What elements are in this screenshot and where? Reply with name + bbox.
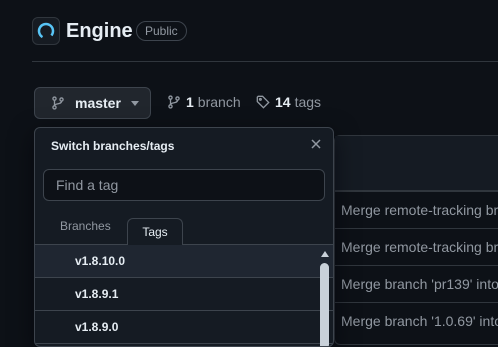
dropdown-title: Switch branches/tags bbox=[51, 139, 175, 153]
dropdown-tabs: Branches Tags bbox=[35, 209, 333, 245]
tag-item[interactable]: v1.8.9.1 bbox=[35, 278, 333, 311]
header-divider bbox=[32, 61, 498, 62]
tag-count: 14 bbox=[275, 94, 291, 110]
chevron-down-icon bbox=[130, 100, 139, 106]
current-branch-label: master bbox=[75, 95, 121, 111]
tag-search-input[interactable] bbox=[43, 169, 325, 201]
visibility-badge: Public bbox=[136, 21, 187, 41]
commit-message[interactable]: Merge remote-tracking branch bbox=[334, 228, 498, 265]
close-icon[interactable] bbox=[309, 137, 323, 151]
branch-tag-dropdown: Switch branches/tags Branches Tags v1.8.… bbox=[34, 127, 334, 347]
tags-link[interactable]: 14 tags bbox=[256, 94, 321, 110]
repo-avatar bbox=[32, 17, 60, 45]
commit-message[interactable]: Merge branch '1.0.69' into bbox=[334, 302, 498, 339]
repo-name[interactable]: Engine bbox=[66, 20, 133, 43]
branch-count: 1 bbox=[186, 94, 194, 110]
tag-icon bbox=[256, 95, 270, 109]
dropdown-header: Switch branches/tags bbox=[35, 128, 333, 162]
branch-label: branch bbox=[197, 94, 241, 110]
git-branch-icon bbox=[51, 96, 65, 110]
tab-tags[interactable]: Tags bbox=[127, 218, 183, 245]
tag-list: v1.8.10.0 v1.8.9.1 v1.8.9.0 bbox=[35, 245, 333, 344]
tab-branches[interactable]: Branches bbox=[60, 219, 111, 233]
scrollbar-thumb[interactable] bbox=[320, 263, 329, 346]
engine-logo-icon bbox=[37, 22, 55, 40]
tag-item[interactable]: v1.8.10.0 bbox=[35, 245, 333, 278]
scrollbar[interactable] bbox=[319, 245, 331, 346]
tag-label: tags bbox=[294, 94, 322, 110]
scroll-up-arrow-icon[interactable] bbox=[321, 251, 329, 257]
commit-message[interactable]: Merge branch 'pr139' into bbox=[334, 265, 498, 302]
tag-item[interactable]: v1.8.9.0 bbox=[35, 311, 333, 344]
branches-link[interactable]: 1 branch bbox=[167, 94, 241, 110]
commit-message[interactable]: Merge remote-tracking branch bbox=[334, 191, 498, 228]
git-branch-icon bbox=[167, 95, 181, 109]
file-table-header bbox=[335, 136, 498, 191]
branch-selector-button[interactable]: master bbox=[34, 87, 151, 119]
